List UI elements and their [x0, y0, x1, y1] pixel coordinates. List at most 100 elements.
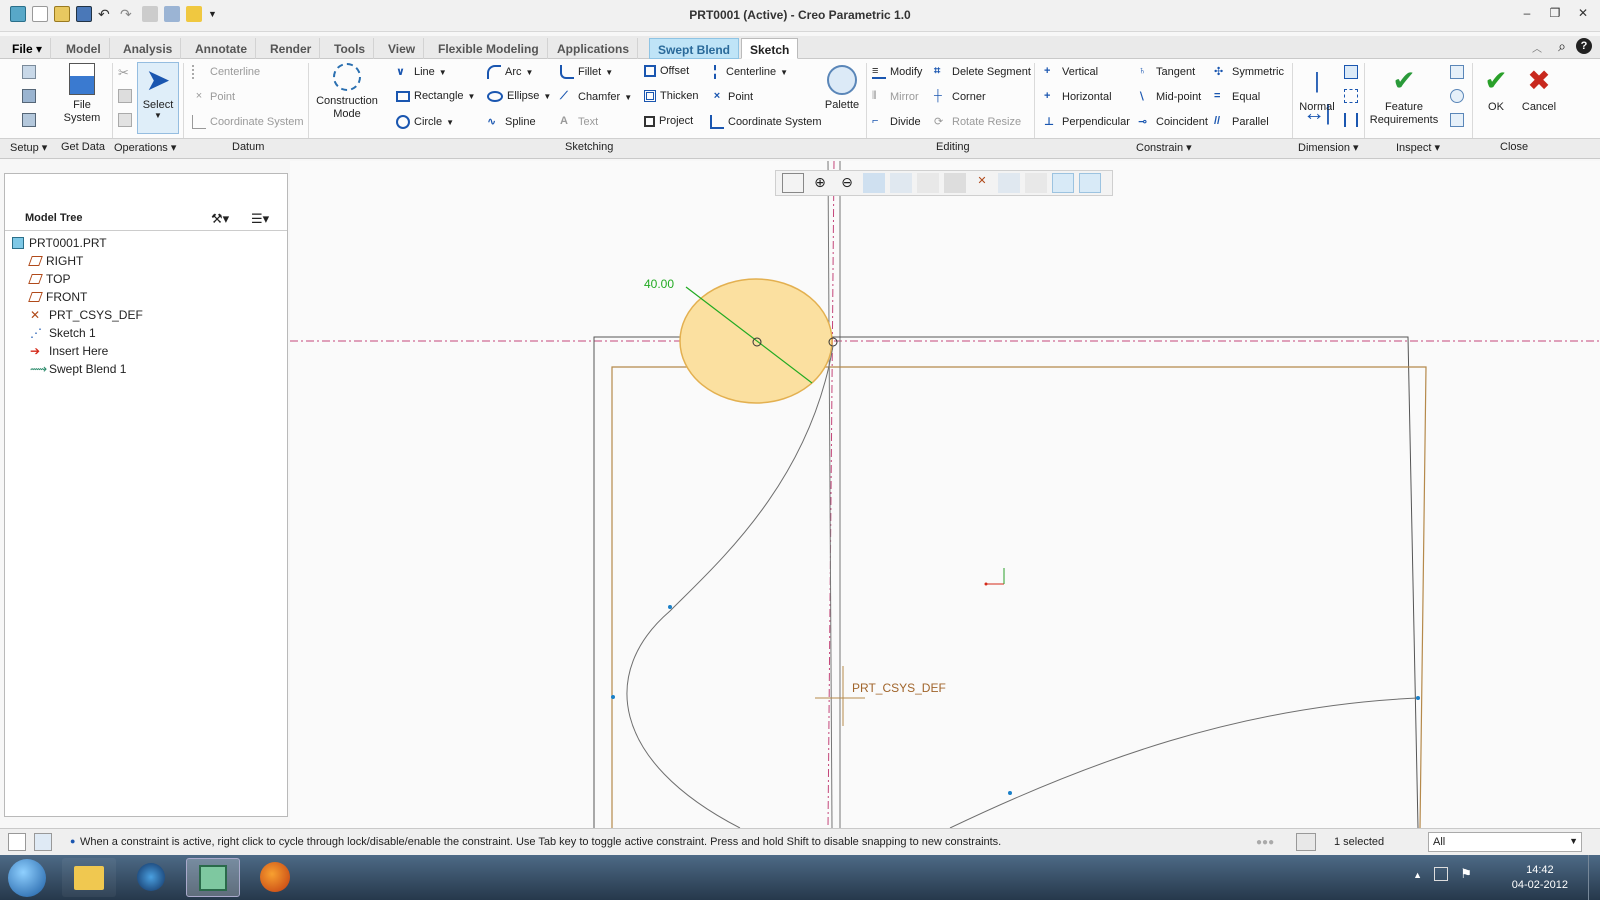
ok-button[interactable]: ✔ OK [1478, 65, 1514, 113]
datum-coordinate-system-button[interactable]: Coordinate System [192, 115, 304, 129]
zoom-out-icon[interactable]: ⊖ [836, 173, 858, 193]
selection-count[interactable]: 1 selected [1334, 836, 1384, 848]
saved-orientations-icon[interactable] [917, 173, 939, 193]
line-button[interactable]: ∨ Line ▼ [396, 65, 447, 79]
corner-button[interactable]: ┼ Corner [934, 90, 986, 104]
restore-icon[interactable]: ❐ [1548, 6, 1562, 20]
group-constrain[interactable]: Constrain ▾ [1136, 141, 1192, 154]
dimension-value[interactable]: 40.00 [644, 277, 674, 291]
close-icon[interactable]: ✕ [1576, 6, 1590, 20]
delete-segment-button[interactable]: ⌗ Delete Segment [934, 65, 1031, 79]
group-inspect[interactable]: Inspect ▾ [1396, 141, 1440, 154]
tree-settings-icon[interactable]: ⚒▾ [211, 211, 229, 227]
tree-item-swept-blend-1[interactable]: ⟿ Swept Blend 1 [30, 362, 126, 376]
search-icon[interactable]: ⌕ [1558, 38, 1566, 55]
symmetric-button[interactable]: ✣ Symmetric [1214, 65, 1284, 79]
refit-icon[interactable] [782, 173, 804, 193]
firefox-taskbar-icon[interactable] [248, 858, 302, 897]
display-style-icon[interactable] [890, 173, 912, 193]
trajectory-curve-left[interactable] [626, 345, 834, 829]
coincident-button[interactable]: ⊸ Coincident [1138, 115, 1208, 129]
tab-file[interactable]: File ▾ [4, 38, 52, 59]
help-icon[interactable]: ? [1576, 38, 1592, 54]
tab-analysis[interactable]: Analysis [115, 38, 182, 59]
sketch-centerline-button[interactable]: Centerline ▼ [710, 65, 788, 79]
group-dimension[interactable]: Dimension ▾ [1298, 141, 1359, 154]
navigator-toggle-icon[interactable] [8, 833, 26, 851]
vertical-button[interactable]: + Vertical [1044, 65, 1098, 79]
tab-swept-blend[interactable]: Swept Blend [649, 38, 740, 59]
palette-button[interactable]: Palette [822, 65, 862, 111]
equal-button[interactable]: = Equal [1214, 90, 1260, 104]
sketch-view-icon[interactable] [1052, 173, 1074, 193]
arc-button[interactable]: Arc ▼ [487, 65, 533, 79]
offset-button[interactable]: Offset [644, 65, 689, 77]
fillet-button[interactable]: Fillet ▼ [560, 65, 613, 79]
project-button[interactable]: Project [644, 115, 693, 127]
rectangle-button[interactable]: Rectangle ▼ [396, 90, 475, 102]
creo-taskbar-icon[interactable] [186, 858, 240, 897]
collapse-ribbon-icon[interactable]: ︿ [1532, 40, 1542, 55]
cut-icon[interactable]: ✂ [118, 65, 132, 80]
tree-item-insert-here[interactable]: ➔ Insert Here [30, 344, 108, 358]
tab-view[interactable]: View [380, 38, 425, 59]
modify-button[interactable]: ≡ Modify [872, 65, 922, 79]
browser-toggle-icon[interactable] [34, 833, 52, 851]
rotate-resize-button[interactable]: ⟳ Rotate Resize [934, 115, 1021, 129]
sketcher-display-filters-icon[interactable] [1079, 173, 1101, 193]
baseline-icon[interactable] [1344, 89, 1358, 103]
perimeter-icon[interactable] [1344, 113, 1358, 127]
sketch-coordinate-system-button[interactable]: Coordinate System [710, 115, 822, 129]
tree-root[interactable]: PRT0001.PRT [12, 236, 107, 250]
media-taskbar-icon[interactable] [124, 858, 178, 897]
file-system-button[interactable]: File System [58, 63, 106, 125]
shade-closed-loops-icon[interactable] [1450, 89, 1464, 103]
tab-model[interactable]: Model [58, 38, 110, 59]
tab-sketch[interactable]: Sketch [741, 38, 799, 59]
network-icon[interactable] [1434, 867, 1448, 881]
system-clock[interactable]: 14:42 04-02-2012 [1512, 863, 1568, 893]
tree-item-sketch-1[interactable]: ⋰ Sketch 1 [30, 326, 96, 340]
datum-display-icon[interactable]: ✕ [971, 173, 993, 193]
chamfer-button[interactable]: ⟋ Chamfer ▼ [560, 90, 632, 104]
tree-item-right[interactable]: RIGHT [28, 254, 83, 268]
tab-flexible-modeling[interactable]: Flexible Modeling [430, 38, 548, 59]
sketch-view-icon[interactable] [22, 89, 36, 103]
mirror-button[interactable]: ⫴ Mirror [872, 90, 919, 104]
tab-annotate[interactable]: Annotate [187, 38, 256, 59]
highlight-open-ends-icon[interactable] [1450, 65, 1464, 79]
start-button-icon[interactable] [8, 859, 46, 897]
zoom-in-icon[interactable]: ⊕ [809, 173, 831, 193]
text-button[interactable]: A Text [560, 115, 598, 129]
view-manager-icon[interactable] [944, 173, 966, 193]
perpendicular-button[interactable]: ⊥ Perpendicular [1044, 115, 1130, 129]
trajectory-curve-right[interactable] [949, 697, 1419, 829]
show-desktop-button[interactable] [1588, 855, 1600, 900]
find-icon[interactable] [1296, 833, 1316, 851]
spin-center-icon[interactable] [998, 173, 1020, 193]
tab-tools[interactable]: Tools [326, 38, 375, 59]
datum-centerline-button[interactable]: Centerline [192, 65, 260, 79]
thicken-button[interactable]: Thicken [644, 90, 699, 102]
annotation-display-icon[interactable] [1025, 173, 1047, 193]
tab-render[interactable]: Render [262, 38, 321, 59]
tree-item-front[interactable]: FRONT [28, 290, 87, 304]
tangent-button[interactable]: ♄ Tangent [1138, 65, 1195, 79]
selection-filter[interactable]: All ▼ [1428, 832, 1582, 852]
repaint-icon[interactable] [863, 173, 885, 193]
show-hidden-icons-icon[interactable]: ▲ [1413, 870, 1422, 880]
minimize-icon[interactable]: – [1520, 6, 1534, 20]
overlapping-geometry-icon[interactable] [1450, 113, 1464, 127]
mid-point-button[interactable]: ∖ Mid-point [1138, 90, 1201, 104]
group-setup[interactable]: Setup ▾ [10, 141, 47, 154]
tree-item-prt-csys-def[interactable]: ✕ PRT_CSYS_DEF [30, 308, 143, 322]
action-center-flag-icon[interactable]: ⚑ [1460, 866, 1472, 882]
cancel-button[interactable]: ✖ Cancel [1518, 65, 1560, 113]
references-icon[interactable] [22, 113, 36, 127]
circle-button[interactable]: Circle ▼ [396, 115, 454, 129]
group-operations[interactable]: Operations ▾ [114, 141, 176, 154]
explorer-taskbar-icon[interactable] [62, 858, 116, 897]
ellipse-button[interactable]: Ellipse ▼ [487, 90, 551, 102]
graphics-window[interactable]: 40.00 PRT_CSYS_DEF [290, 160, 1600, 829]
sketch-setup-icon[interactable] [22, 65, 36, 79]
